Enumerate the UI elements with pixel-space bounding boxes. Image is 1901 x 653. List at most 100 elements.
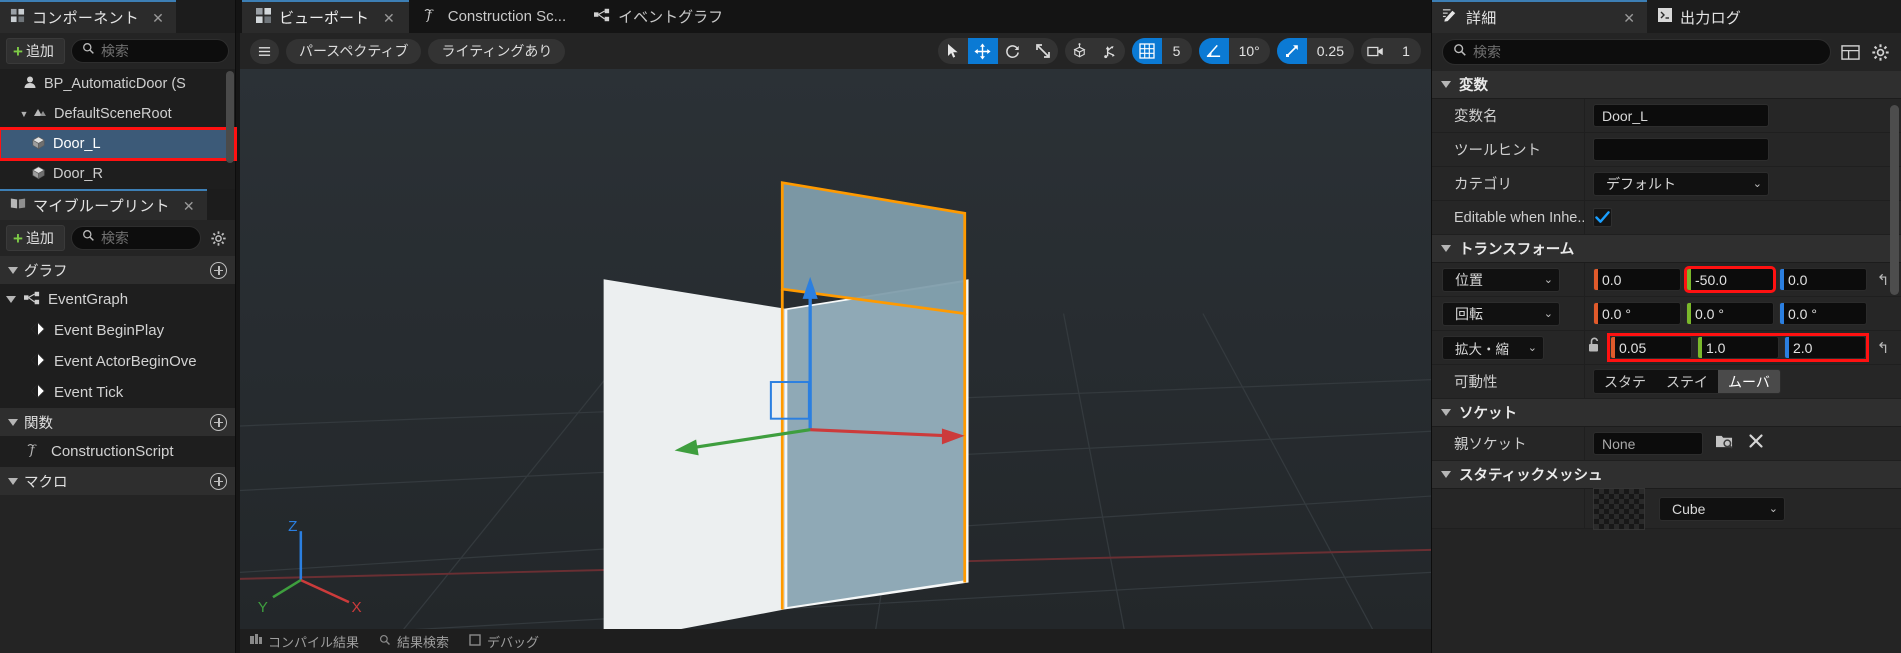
rotation-y-input[interactable]: 0.0 ° — [1686, 302, 1774, 325]
chevron-down-icon[interactable] — [1441, 471, 1451, 478]
gear-icon[interactable] — [207, 227, 229, 249]
perspective-dropdown[interactable]: パースペクティブ — [286, 38, 422, 64]
close-icon[interactable]: ✕ — [1623, 11, 1635, 25]
scale-dropdown[interactable]: 拡大・縮 ⌄ — [1442, 335, 1544, 360]
add-blueprint-item-button[interactable]: + 追加 — [6, 225, 65, 251]
rotation-x-input[interactable]: 0.0 ° — [1593, 302, 1681, 325]
close-icon[interactable]: ✕ — [152, 11, 164, 25]
tab-my-blueprint[interactable]: マイブループリント ✕ — [0, 189, 207, 220]
parent-socket-input[interactable]: None — [1593, 432, 1703, 455]
tree-row-door-l[interactable]: Door_L — [0, 127, 237, 161]
select-tool-button[interactable] — [938, 38, 968, 64]
scale-z-input[interactable]: 2.0 — [1784, 336, 1866, 359]
grid-snap-toggle[interactable] — [1131, 38, 1162, 64]
tooltip-input[interactable] — [1593, 138, 1769, 161]
tab-details[interactable]: 詳細 ✕ — [1432, 0, 1647, 33]
browse-icon[interactable] — [1715, 433, 1734, 455]
tree-row-door-r[interactable]: Door_R — [0, 159, 235, 189]
bottom-item-debug[interactable]: デバッグ — [469, 632, 539, 651]
location-z-input[interactable]: 0.0 — [1779, 268, 1867, 291]
list-item-event-tick[interactable]: Event Tick — [0, 377, 235, 408]
tab-construction-script[interactable]: f Construction Sc... — [409, 0, 580, 33]
scale-snap-toggle[interactable] — [1276, 38, 1307, 64]
rotate-tool-button[interactable] — [998, 38, 1028, 64]
unlock-icon[interactable] — [1587, 337, 1601, 358]
chevron-down-icon[interactable] — [1441, 409, 1451, 416]
bottom-item-find-results[interactable]: 結果検索 — [379, 632, 449, 651]
tree-row-bp-automaticdoor[interactable]: BP_AutomaticDoor (S — [0, 69, 235, 99]
category-dropdown[interactable]: デフォルト ⌄ — [1593, 171, 1769, 196]
close-icon[interactable]: ✕ — [383, 11, 395, 25]
location-y-input[interactable]: -50.0 — [1684, 266, 1776, 293]
scale-snap-icon — [1285, 45, 1298, 57]
lighting-dropdown[interactable]: ライティングあり — [428, 38, 566, 64]
add-graph-button[interactable] — [210, 261, 227, 279]
tab-components[interactable]: コンポーネント ✕ — [0, 0, 176, 33]
angle-snap-toggle[interactable] — [1198, 38, 1229, 64]
section-graph[interactable]: グラフ — [0, 256, 235, 284]
section-functions[interactable]: 関数 — [0, 408, 235, 436]
angle-snap-group: 10° — [1198, 38, 1270, 64]
category-sockets[interactable]: ソケット — [1432, 399, 1901, 427]
tab-viewport[interactable]: ビューポート ✕ — [242, 0, 409, 33]
section-macros[interactable]: マクロ — [0, 467, 235, 495]
world-space-toggle[interactable] — [1065, 38, 1095, 64]
myblueprint-search-input[interactable]: 検索 — [70, 226, 201, 250]
viewport-3d[interactable]: Z X Y — [240, 69, 1431, 629]
rotation-z-input[interactable]: 0.0 ° — [1779, 302, 1867, 325]
mesh-thumbnail[interactable] — [1593, 487, 1645, 530]
add-component-button[interactable]: + 追加 — [6, 38, 65, 64]
gear-icon[interactable] — [1869, 41, 1891, 63]
list-item-eventgraph[interactable]: EventGraph — [0, 284, 235, 315]
rotation-dropdown[interactable]: 回転 ⌄ — [1442, 301, 1560, 326]
static-mesh-dropdown[interactable]: Cube ⌄ — [1659, 496, 1785, 521]
chevron-down-icon[interactable] — [8, 477, 18, 485]
close-icon[interactable]: ✕ — [183, 199, 195, 213]
scale-y-input[interactable]: 1.0 — [1697, 336, 1779, 359]
add-macro-button[interactable] — [210, 472, 227, 490]
bottom-item-compile-results[interactable]: コンパイル結果 — [250, 632, 359, 651]
myblueprint-search-placeholder: 検索 — [100, 230, 129, 246]
tab-output-log[interactable]: 出力ログ — [1647, 0, 1754, 33]
tab-viewport-label: ビューポート — [279, 10, 370, 27]
list-item-event-actorbeginoverlap[interactable]: Event ActorBeginOve — [0, 346, 235, 377]
category-variable[interactable]: 変数 — [1432, 71, 1901, 99]
scale-snap-value[interactable]: 0.25 — [1307, 38, 1354, 64]
scale-x-input[interactable]: 0.05 — [1610, 336, 1692, 359]
chevron-down-icon[interactable]: ▼ — [16, 109, 32, 119]
component-tree-scrollbar[interactable] — [226, 71, 234, 163]
pivot-toggle[interactable] — [1095, 38, 1125, 64]
variable-name-input[interactable]: Door_L — [1593, 104, 1769, 127]
chevron-down-icon[interactable] — [8, 418, 18, 426]
list-item-constructionscript[interactable]: f ConstructionScript — [0, 436, 235, 467]
move-tool-button[interactable] — [967, 38, 998, 64]
chevron-down-icon[interactable] — [1441, 245, 1451, 252]
grid-snap-value[interactable]: 5 — [1162, 38, 1192, 64]
revert-icon[interactable]: ↰ — [1873, 339, 1893, 357]
chevron-down-icon[interactable] — [8, 266, 18, 274]
editable-when-inherited-checkbox[interactable] — [1593, 208, 1612, 227]
camera-speed-button[interactable] — [1361, 38, 1391, 64]
tab-event-graph[interactable]: イベントグラフ — [580, 0, 737, 33]
scale-tool-button[interactable] — [1028, 38, 1058, 64]
details-search-input[interactable]: 検索 — [1442, 39, 1831, 65]
list-item-event-beginplay[interactable]: Event BeginPlay — [0, 315, 235, 346]
chevron-down-icon[interactable] — [6, 296, 16, 303]
chevron-down-icon[interactable] — [1441, 81, 1451, 88]
clear-icon[interactable] — [1748, 433, 1764, 454]
details-scrollbar[interactable] — [1890, 105, 1899, 295]
tree-row-defaultsceneroot[interactable]: ▼ DefaultSceneRoot — [0, 99, 235, 129]
category-static-mesh[interactable]: スタティックメッシュ — [1432, 461, 1901, 489]
camera-speed-value[interactable]: 1 — [1391, 38, 1421, 64]
location-dropdown[interactable]: 位置 ⌄ — [1442, 267, 1560, 292]
add-function-button[interactable] — [210, 413, 227, 431]
mobility-option-movable[interactable]: ムーバ — [1718, 370, 1780, 393]
mobility-option-static[interactable]: スタテ — [1594, 370, 1656, 393]
location-x-input[interactable]: 0.0 — [1593, 268, 1681, 291]
angle-snap-value[interactable]: 10° — [1229, 38, 1270, 64]
mobility-option-stationary[interactable]: ステイ — [1656, 370, 1718, 393]
columns-icon[interactable] — [1839, 41, 1861, 63]
viewport-menu-button[interactable] — [250, 38, 279, 64]
category-transform[interactable]: トランスフォーム — [1432, 235, 1901, 263]
components-search-input[interactable]: 検索 — [70, 39, 229, 63]
